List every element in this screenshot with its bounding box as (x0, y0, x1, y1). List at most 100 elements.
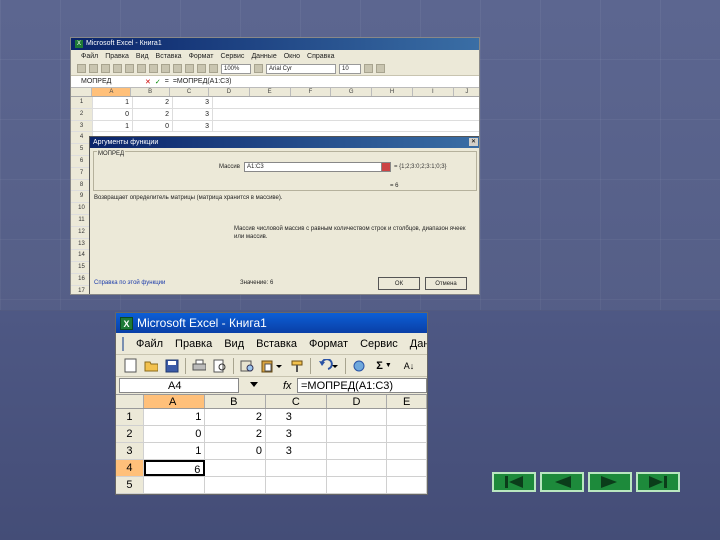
cell-d2[interactable] (327, 426, 388, 442)
menu-file[interactable]: Файл (136, 338, 163, 350)
help-icon[interactable] (254, 64, 263, 73)
cell-d4[interactable] (327, 460, 388, 476)
cell-e3[interactable] (387, 443, 427, 459)
nav-prev-button[interactable] (540, 472, 584, 492)
cell-c1[interactable]: 3 (266, 409, 327, 425)
cell-c4[interactable] (266, 460, 327, 476)
cell-a4-selected[interactable]: 6 (143, 460, 206, 476)
accept-formula-icon[interactable]: ✓ (155, 78, 161, 86)
fx-icon[interactable]: fx (283, 380, 297, 392)
name-box[interactable]: A4 (119, 378, 258, 393)
cell-d1[interactable] (327, 409, 388, 425)
row-header[interactable]: 3 (71, 120, 93, 132)
cancel-formula-icon[interactable]: ✕ (145, 78, 151, 86)
row-header[interactable]: 1 (71, 97, 93, 108)
col-header-f[interactable]: F (291, 88, 332, 96)
cell[interactable]: 3 (173, 120, 213, 132)
new-icon[interactable] (77, 64, 86, 73)
sort-icon[interactable] (197, 64, 206, 73)
col-header-h[interactable]: H (372, 88, 413, 96)
col-header-b[interactable]: B (205, 395, 267, 408)
autosum-icon[interactable]: Σ ▼ (372, 358, 396, 374)
menu-tools[interactable]: Сервис (220, 53, 244, 60)
col-header-g[interactable]: G (331, 88, 373, 96)
cell-b3[interactable]: 0 (205, 443, 267, 459)
col-header-e[interactable]: E (250, 88, 291, 96)
cell-a2[interactable]: 0 (144, 426, 206, 442)
ok-button[interactable]: ОК (378, 277, 420, 290)
menu-insert[interactable]: Вставка (256, 338, 297, 350)
nav-first-button[interactable] (492, 472, 536, 492)
font-select[interactable]: Arial Cyr (266, 63, 336, 74)
cell-e2[interactable] (387, 426, 427, 442)
close-icon[interactable]: ✕ (469, 138, 478, 146)
italic-icon[interactable] (376, 64, 385, 73)
research-icon[interactable] (239, 358, 255, 374)
open-icon[interactable] (143, 358, 159, 374)
col-header-b[interactable]: B (131, 88, 171, 96)
format-painter-icon[interactable] (161, 64, 170, 73)
bold-icon[interactable] (364, 64, 373, 73)
format-painter-icon[interactable] (289, 358, 305, 374)
print-icon[interactable] (191, 358, 207, 374)
cell-c2[interactable]: 3 (266, 426, 327, 442)
fx-icon[interactable]: = (165, 78, 169, 85)
menu-format[interactable]: Формат (309, 338, 348, 350)
corner-cell[interactable] (116, 395, 144, 408)
paste-icon[interactable] (149, 64, 158, 73)
cell-c5[interactable] (266, 477, 327, 493)
row-header[interactable]: 2 (116, 426, 144, 442)
print-icon[interactable] (113, 64, 122, 73)
cell-e5[interactable] (387, 477, 427, 493)
cell-e4[interactable] (387, 460, 427, 476)
spell-icon[interactable] (137, 64, 146, 73)
cell-c3[interactable]: 3 (266, 443, 327, 459)
corner-cell[interactable] (71, 88, 93, 96)
menu-format[interactable]: Формат (189, 53, 214, 60)
col-header-d[interactable]: D (327, 395, 388, 408)
nav-next-button[interactable] (588, 472, 632, 492)
cell[interactable]: 1 (93, 120, 133, 132)
col-header-e[interactable]: E (387, 395, 427, 408)
paste-icon[interactable] (260, 358, 284, 374)
cell-e1[interactable] (387, 409, 427, 425)
cell[interactable]: 2 (133, 108, 173, 120)
help-link[interactable]: Справка по этой функции (94, 280, 165, 286)
cancel-button[interactable]: Отмена (425, 277, 467, 290)
col-header-j[interactable]: J (454, 88, 479, 96)
cell[interactable]: 0 (93, 108, 133, 120)
menu-help[interactable]: Справка (307, 53, 334, 60)
collapse-dialog-icon[interactable] (381, 162, 391, 172)
menu-view[interactable]: Вид (224, 338, 244, 350)
nav-last-button[interactable] (636, 472, 680, 492)
cell[interactable]: 2 (133, 97, 173, 108)
menu-data[interactable]: Данные (251, 53, 276, 60)
chart-icon[interactable] (209, 64, 218, 73)
undo-icon[interactable] (316, 358, 340, 374)
undo-icon[interactable] (173, 64, 182, 73)
menu-window[interactable]: Окно (284, 53, 300, 60)
menu-edit[interactable]: Правка (175, 338, 212, 350)
zoom-select[interactable]: 100% (221, 63, 251, 74)
print-preview-icon[interactable] (212, 358, 228, 374)
array-input[interactable]: A1:C3 (244, 162, 384, 172)
cell[interactable]: 0 (133, 120, 173, 132)
cell[interactable]: 3 (173, 108, 213, 120)
sort-ascending-icon[interactable]: A↓ (401, 358, 417, 374)
open-icon[interactable] (89, 64, 98, 73)
row-header[interactable]: 4 (116, 460, 144, 476)
row-header[interactable]: 1 (116, 409, 144, 425)
cell-b5[interactable] (205, 477, 267, 493)
col-header-c[interactable]: C (266, 395, 327, 408)
save-icon[interactable] (164, 358, 180, 374)
row-header[interactable]: 5 (116, 477, 144, 493)
menu-view[interactable]: Вид (136, 53, 149, 60)
menu-tools[interactable]: Сервис (360, 338, 398, 350)
cell-d5[interactable] (327, 477, 388, 493)
col-header-a[interactable]: A (92, 88, 132, 96)
col-header-i[interactable]: I (413, 88, 454, 96)
menu-edit[interactable]: Правка (105, 53, 129, 60)
preview-icon[interactable] (125, 64, 134, 73)
row-header[interactable]: 2 (71, 108, 93, 120)
col-header-c[interactable]: C (170, 88, 209, 96)
